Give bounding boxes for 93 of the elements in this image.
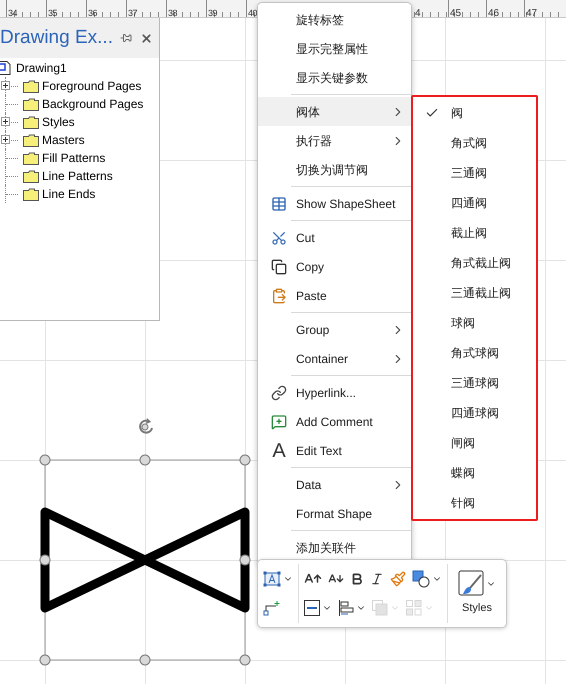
menu-item[interactable]: Group [258, 315, 411, 344]
tree-item[interactable]: Foreground Pages [42, 77, 142, 95]
ruler-number: 40 [247, 8, 258, 17]
close-icon[interactable] [140, 32, 153, 44]
menu-item[interactable]: 显示关键参数 [258, 63, 411, 92]
menu-item[interactable]: Add Comment [258, 407, 411, 436]
ruler-number: 46 [487, 8, 500, 17]
ruler-number: 35 [47, 8, 58, 17]
resize-handle[interactable] [40, 554, 50, 566]
submenu-item[interactable]: 四通球阀 [413, 398, 536, 428]
expand-icon[interactable] [1, 135, 10, 144]
group-icon [406, 600, 422, 616]
folder-icon [23, 98, 39, 110]
menu-item[interactable]: 阀体 [258, 97, 411, 126]
submenu-item[interactable]: 三通阀 [413, 158, 536, 188]
menu-item[interactable]: Data [258, 470, 411, 499]
bring-forward-icon [372, 600, 388, 616]
rotate-handle-icon[interactable] [139, 418, 153, 434]
resize-handle[interactable] [40, 454, 50, 466]
submenu-item[interactable]: 角式截止阀 [413, 248, 536, 278]
tree-item[interactable]: Background Pages [42, 95, 144, 113]
ruler-number: 4 [414, 8, 421, 17]
submenu-item[interactable]: 球阀 [413, 308, 536, 338]
folder-icon [23, 134, 39, 146]
panel-title: Drawing Ex... [0, 26, 114, 50]
submenu-item[interactable]: 闸阀 [413, 428, 536, 458]
tree-item[interactable]: Fill Patterns [42, 149, 106, 167]
folder-icon [23, 152, 39, 164]
tree-item[interactable]: Line Patterns [42, 167, 113, 185]
ruler-number: 47 [525, 8, 538, 17]
fill-icon [412, 570, 430, 588]
folder-icon [23, 80, 39, 92]
menu-item[interactable]: 切换为调节阀 [258, 155, 411, 184]
link-icon [271, 384, 287, 400]
format-painter-icon [390, 570, 406, 587]
resize-handle[interactable] [140, 454, 150, 466]
tree-item[interactable]: Line Ends [42, 185, 96, 203]
align-icon [338, 600, 354, 616]
expand-icon[interactable] [1, 81, 10, 90]
folder-icon [23, 116, 39, 128]
menu-item[interactable]: Format Shape [258, 499, 411, 528]
tree-item[interactable]: Drawing1 [16, 59, 67, 77]
scissors-icon [271, 230, 287, 246]
menu-item[interactable]: Copy [258, 252, 411, 281]
menu-item[interactable]: A Edit Text [258, 436, 411, 465]
bold-icon [350, 572, 364, 586]
resize-handle[interactable] [240, 454, 250, 466]
submenu-item[interactable]: 阀 [413, 98, 536, 128]
tree-item[interactable]: Masters [42, 131, 85, 149]
folder-icon [23, 188, 39, 200]
expand-icon[interactable] [1, 117, 10, 126]
menu-item[interactable]: Paste [258, 281, 411, 310]
brush-icon [458, 570, 486, 598]
pin-icon[interactable] [120, 32, 132, 44]
menu-item[interactable]: Cut [258, 223, 411, 252]
resize-handle[interactable] [140, 654, 150, 666]
table-icon [271, 196, 287, 212]
folder-icon [23, 170, 39, 182]
styles-button[interactable]: Styles [448, 564, 506, 623]
resize-handle[interactable] [240, 654, 250, 666]
menu-item[interactable]: 添加关联件 [258, 533, 411, 562]
submenu-item[interactable]: 截止阀 [413, 218, 536, 248]
menu-item[interactable]: Show ShapeSheet [258, 189, 411, 218]
submenu-item[interactable]: 三通球阀 [413, 368, 536, 398]
ruler-number: 34 [7, 8, 18, 17]
menu-item[interactable]: 显示完整属性 [258, 34, 411, 63]
tree-item[interactable]: Styles [42, 113, 75, 131]
resize-handle[interactable] [240, 554, 250, 566]
submenu-item[interactable]: 三通截止阀 [413, 278, 536, 308]
ruler-number: 36 [87, 8, 98, 17]
ruler-number: 39 [207, 8, 218, 17]
text-icon: A [272, 440, 286, 460]
ruler-number: 38 [167, 8, 178, 17]
submenu-item[interactable]: 针阀 [413, 488, 536, 518]
valve-shape[interactable] [40, 508, 250, 612]
copy-icon [271, 258, 287, 274]
menu-item[interactable]: 执行器 [258, 126, 411, 155]
text-box-icon [263, 570, 281, 587]
menu-item[interactable]: Container [258, 344, 411, 373]
comment-icon [271, 414, 287, 430]
submenu-item[interactable]: 角式阀 [413, 128, 536, 158]
connector-icon [263, 600, 281, 616]
paste-icon [271, 288, 287, 304]
menu-item[interactable]: 旋转标签 [258, 5, 411, 34]
italic-icon [370, 572, 384, 586]
resize-handle[interactable] [40, 654, 50, 666]
submenu-item[interactable]: 角式球阀 [413, 338, 536, 368]
ruler-number: 37 [127, 8, 138, 17]
ruler-number: 45 [449, 8, 462, 17]
line-style-icon [304, 600, 320, 616]
menu-item[interactable]: Hyperlink... [258, 378, 411, 407]
submenu-item[interactable]: 四通阀 [413, 188, 536, 218]
submenu-item[interactable]: 蝶阀 [413, 458, 536, 488]
